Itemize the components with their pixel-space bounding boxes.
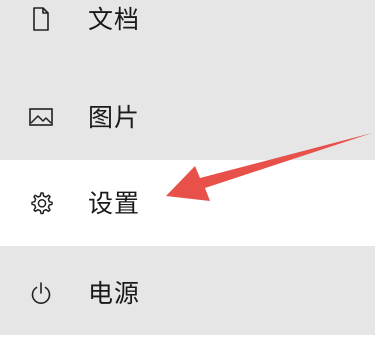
document-icon bbox=[28, 6, 54, 32]
gear-icon bbox=[28, 190, 54, 216]
picture-icon bbox=[28, 104, 54, 130]
bottom-divider bbox=[0, 335, 375, 339]
menu-item-label: 电源 bbox=[88, 278, 141, 308]
menu-item-label: 文档 bbox=[88, 4, 141, 34]
power-icon bbox=[28, 280, 54, 306]
menu-item-documents[interactable]: 文档 bbox=[0, 0, 375, 62]
menu-item-label: 设置 bbox=[88, 188, 141, 218]
menu-item-power[interactable]: 电源 bbox=[0, 250, 375, 336]
menu-item-label: 图片 bbox=[88, 102, 141, 132]
menu-item-settings[interactable]: 设置 bbox=[0, 160, 375, 246]
start-menu-panel: 文档 图片 设置 电源 bbox=[0, 0, 375, 339]
menu-item-pictures[interactable]: 图片 bbox=[0, 74, 375, 160]
